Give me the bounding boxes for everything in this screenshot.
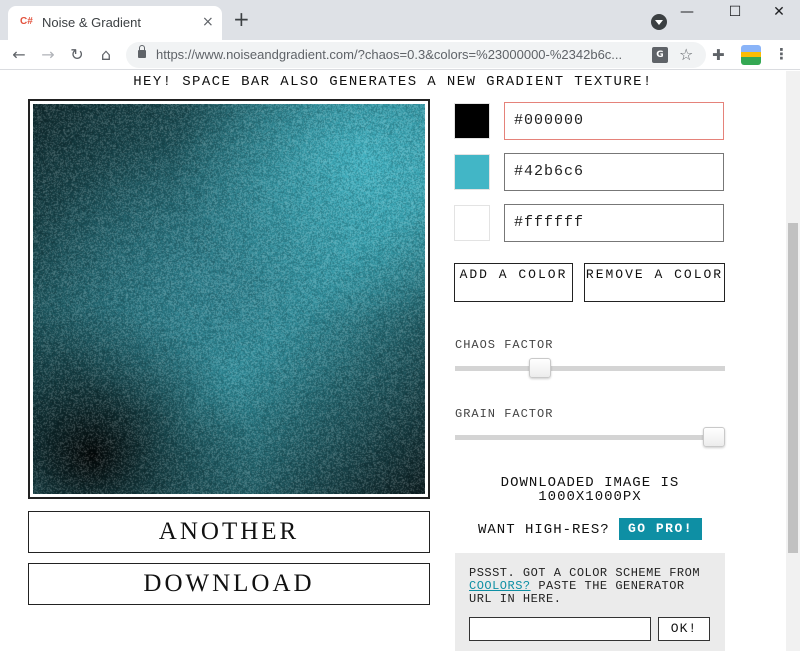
address-bar[interactable]: https://www.noiseandgradient.com/?chaos=… xyxy=(126,42,706,68)
gradient-preview-image xyxy=(33,104,425,494)
coolors-import-panel: PSSST. GOT A COLOR SCHEME FROM COOLORS? … xyxy=(455,553,725,651)
browser-tab[interactable]: C# Noise & Gradient × xyxy=(8,6,222,40)
reload-icon[interactable]: ↻ xyxy=(66,44,88,66)
page-content: HEY! SPACE BAR ALSO GENERATES A NEW GRAD… xyxy=(0,71,786,651)
home-icon[interactable]: ⌂ xyxy=(95,44,117,66)
new-tab-icon[interactable]: + xyxy=(233,9,250,29)
browser-menu-icon[interactable]: ⋮ xyxy=(774,45,789,63)
color-hex-input-2[interactable]: #42b6c6 xyxy=(504,153,724,191)
lock-icon[interactable] xyxy=(138,45,146,58)
grain-slider-track[interactable] xyxy=(455,435,725,440)
gradient-preview-frame xyxy=(28,99,430,499)
minimize-icon[interactable]: — xyxy=(664,4,710,24)
chaos-slider-track[interactable] xyxy=(455,366,725,371)
grain-factor-label: GRAIN FACTOR xyxy=(455,407,554,421)
download-info-line1: DOWNLOADED IMAGE IS xyxy=(500,475,680,491)
noise-grain-overlay xyxy=(33,104,425,494)
maximize-icon[interactable]: ☐ xyxy=(712,4,758,24)
color-swatch-1[interactable] xyxy=(454,103,490,139)
color-swatch-2[interactable] xyxy=(454,154,490,190)
profile-avatar-icon[interactable] xyxy=(741,45,761,65)
remove-color-button[interactable]: REMOVE A COLOR xyxy=(584,263,725,302)
coolors-instructions: PSSST. GOT A COLOR SCHEME FROM COOLORS? … xyxy=(469,567,715,606)
add-color-button[interactable]: ADD A COLOR xyxy=(454,263,573,302)
scrollbar-thumb[interactable] xyxy=(788,223,798,553)
download-size-info: DOWNLOADED IMAGE IS 1000X1000PX xyxy=(456,476,724,504)
translate-icon[interactable]: G xyxy=(652,47,668,63)
site-favicon-icon: C# xyxy=(20,16,33,27)
tab-close-icon[interactable]: × xyxy=(202,14,214,30)
extensions-icon[interactable]: ✚ xyxy=(712,46,725,64)
url-text[interactable]: https://www.noiseandgradient.com/?chaos=… xyxy=(156,47,646,62)
color-swatch-3[interactable] xyxy=(454,205,490,241)
coolors-link[interactable]: COOLORS? xyxy=(469,579,531,593)
ok-button[interactable]: OK! xyxy=(658,617,710,641)
coolors-url-input[interactable] xyxy=(469,617,651,641)
page-scrollbar[interactable] xyxy=(786,71,800,651)
close-window-icon[interactable]: ✕ xyxy=(756,4,800,24)
download-info-line2: 1000X1000PX xyxy=(538,489,642,505)
tab-bar: C# Noise & Gradient × + — ☐ ✕ xyxy=(0,0,800,40)
bookmark-star-icon[interactable]: ☆ xyxy=(679,45,693,64)
go-pro-button[interactable]: GO PRO! xyxy=(619,518,702,540)
color-hex-input-3[interactable]: #ffffff xyxy=(504,204,724,242)
chaos-factor-label: CHAOS FACTOR xyxy=(455,338,554,352)
back-icon[interactable]: ← xyxy=(8,44,30,66)
tab-title: Noise & Gradient xyxy=(42,15,141,30)
download-button[interactable]: DOWNLOAD xyxy=(28,563,430,605)
spacebar-hint: HEY! SPACE BAR ALSO GENERATES A NEW GRAD… xyxy=(133,74,653,90)
forward-icon[interactable]: → xyxy=(37,44,59,66)
coolors-text-before: PSSST. GOT A COLOR SCHEME FROM xyxy=(469,566,701,580)
chaos-slider-handle[interactable] xyxy=(529,358,552,378)
grain-slider-handle[interactable] xyxy=(703,427,725,447)
high-res-label: WANT HIGH-RES? xyxy=(478,522,610,538)
another-button[interactable]: ANOTHER xyxy=(28,511,430,553)
color-hex-input-1[interactable]: #000000 xyxy=(504,102,724,140)
browser-toolbar: ← → ↻ ⌂ https://www.noiseandgradient.com… xyxy=(0,40,800,70)
